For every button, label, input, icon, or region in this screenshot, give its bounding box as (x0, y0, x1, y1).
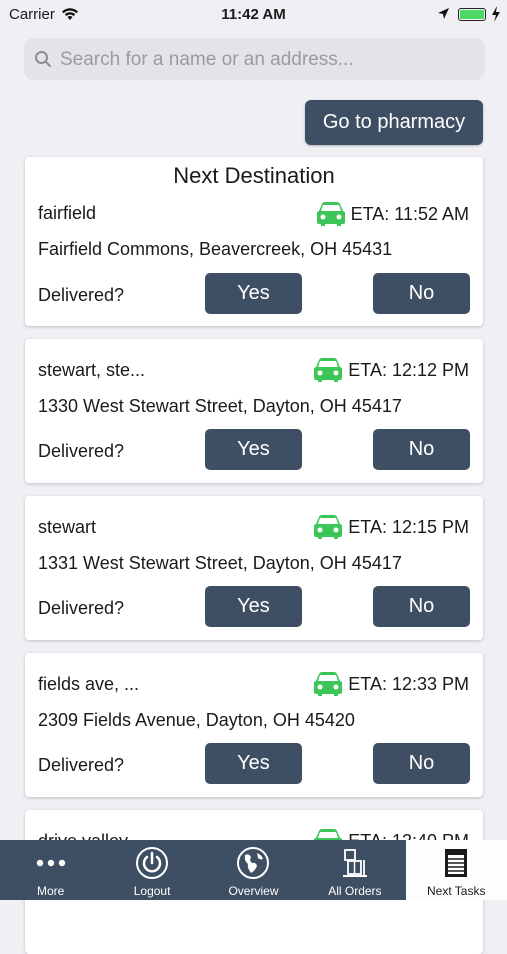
location-arrow-icon (437, 7, 450, 25)
destination-card: fields ave, ... ETA: 12:33 PM 2309 Field… (25, 653, 483, 797)
tab-label: Next Tasks (427, 884, 486, 898)
power-icon (101, 846, 202, 880)
eta-text: ETA: 12:33 PM (348, 673, 469, 694)
battery-icon (458, 8, 486, 21)
no-button[interactable]: No (373, 743, 470, 784)
search-icon (34, 50, 52, 73)
delivered-label: Delivered? (38, 598, 125, 618)
delivered-label: Delivered? (38, 755, 125, 775)
yes-button[interactable]: Yes (205, 429, 302, 470)
destination-card: Next Destination fairfield ETA: 11:52 AM… (25, 157, 483, 326)
search-bar[interactable] (24, 38, 485, 82)
tab-label: All Orders (328, 884, 382, 898)
tab-label: Logout (133, 884, 171, 898)
delivered-label: Delivered? (38, 441, 125, 461)
stop-name: stewart (38, 517, 97, 537)
stop-name: fairfield (38, 203, 97, 223)
no-button[interactable]: No (373, 429, 470, 470)
destination-card: stewart ETA: 12:15 PM 1331 West Stewart … (25, 496, 483, 640)
stop-address: 1330 West Stewart Street, Dayton, OH 454… (38, 396, 402, 416)
notepad-icon (406, 846, 507, 880)
status-bar: Carrier 11:42 AM (0, 0, 507, 30)
tab-all-orders[interactable]: All Orders (304, 840, 405, 900)
stop-address: 1331 West Stewart Street, Dayton, OH 454… (38, 553, 402, 573)
clock: 11:42 AM (221, 6, 286, 23)
car-icon (314, 672, 343, 696)
stop-address: 2309 Fields Avenue, Dayton, OH 45420 (38, 710, 355, 730)
tab-more[interactable]: More (0, 840, 101, 900)
eta-text: ETA: 11:52 AM (350, 203, 469, 224)
more-dots-icon (0, 846, 101, 876)
eta-group: ETA: 12:15 PM (313, 514, 469, 540)
yes-button[interactable]: Yes (205, 743, 302, 784)
tab-bar: More Logout Overview All Orders Next Tas… (0, 840, 507, 900)
eta-group: ETA: 12:33 PM (313, 671, 469, 697)
car-icon (314, 358, 343, 382)
eta-text: ETA: 12:12 PM (348, 359, 469, 380)
destination-card: stewart, ste... ETA: 12:12 PM 1330 West … (25, 339, 483, 483)
car-icon (314, 515, 343, 539)
tab-overview[interactable]: Overview (203, 840, 304, 900)
tab-logout[interactable]: Logout (101, 840, 202, 900)
eta-group: ETA: 11:52 AM (316, 201, 469, 227)
no-button[interactable]: No (373, 273, 470, 314)
stop-address: Fairfield Commons, Beavercreek, OH 45431 (38, 239, 393, 259)
stop-name: fields ave, ... (38, 674, 140, 694)
charging-bolt-icon (491, 6, 501, 27)
eta-text: ETA: 12:15 PM (348, 516, 469, 537)
next-destination-heading: Next Destination (173, 163, 335, 188)
tab-label: Overview (228, 884, 279, 898)
tab-label: More (37, 884, 65, 898)
go-to-pharmacy-button[interactable]: Go to pharmacy (305, 100, 483, 145)
no-button[interactable]: No (373, 586, 470, 627)
stop-name: stewart, ste... (38, 360, 146, 380)
tab-next-tasks[interactable]: Next Tasks (405, 840, 507, 900)
car-icon (316, 202, 345, 226)
yes-button[interactable]: Yes (205, 273, 302, 314)
globe-icon (203, 846, 304, 880)
eta-group: ETA: 12:12 PM (313, 357, 469, 383)
search-input[interactable] (58, 38, 472, 82)
boxes-icon (304, 846, 405, 880)
delivered-label: Delivered? (38, 285, 125, 305)
yes-button[interactable]: Yes (205, 586, 302, 627)
